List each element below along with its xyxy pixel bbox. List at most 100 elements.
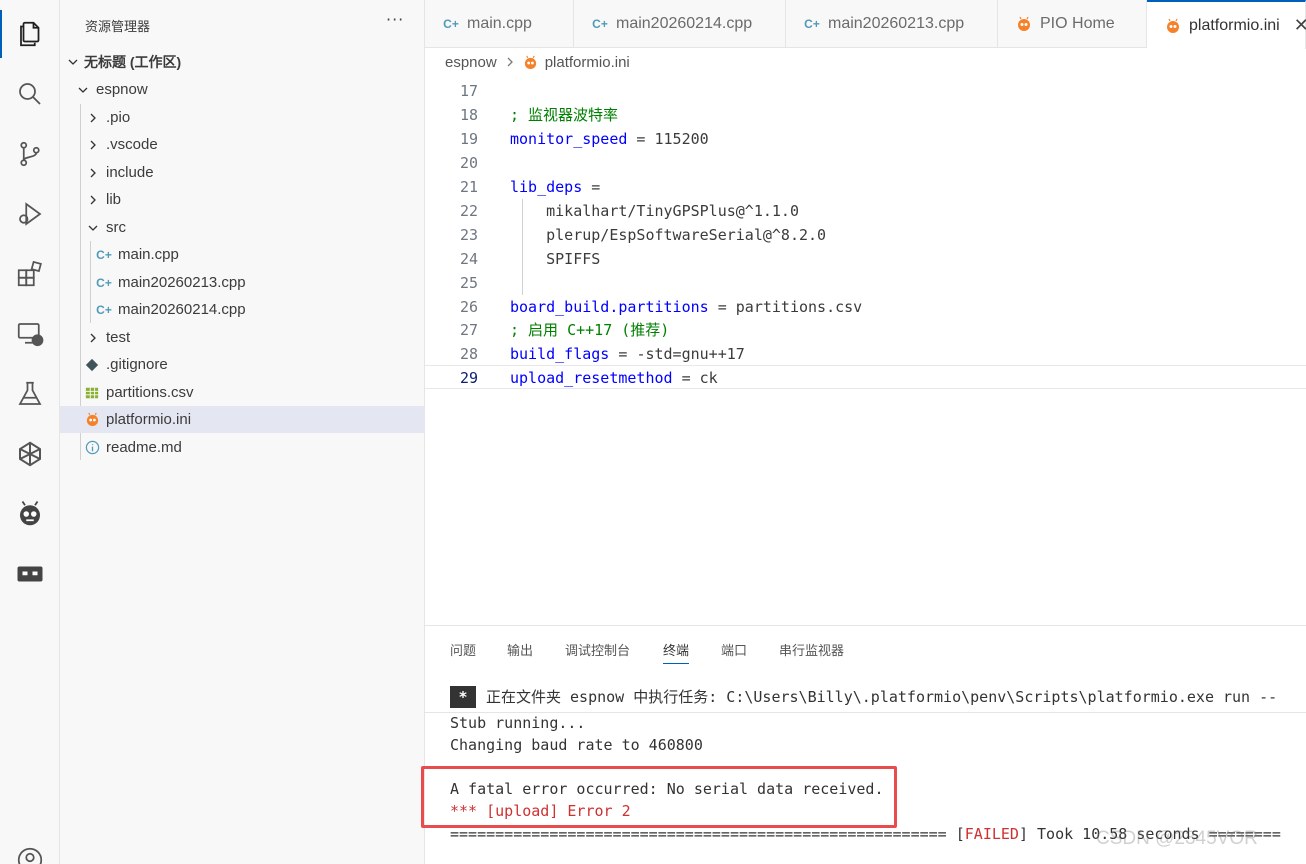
breadcrumb-file[interactable]: platformio.ini bbox=[545, 54, 630, 71]
folder-label: espnow bbox=[96, 81, 148, 98]
code-operator: = bbox=[582, 178, 601, 196]
code-line: 21 lib_deps = bbox=[425, 175, 1306, 199]
cpp-icon: C+ bbox=[592, 17, 608, 31]
run-debug-icon[interactable] bbox=[0, 190, 60, 238]
code-comment: ; 监视器波特率 bbox=[510, 106, 619, 124]
code-line-current: 29 upload_resetmethod = ck bbox=[425, 365, 1306, 389]
line-number: 24 bbox=[459, 250, 478, 268]
folder-vscode[interactable]: .vscode bbox=[60, 131, 425, 158]
search-icon[interactable] bbox=[0, 70, 60, 118]
file-main20260214-cpp[interactable]: C+ main20260214.cpp bbox=[60, 296, 425, 323]
terminal-output: Stub running... bbox=[450, 714, 586, 732]
tab-pio-home[interactable]: PIO Home bbox=[998, 0, 1147, 48]
code-line: 22 mikalhart/TinyGPSPlus@^1.1.0 bbox=[425, 199, 1306, 223]
file-gitignore[interactable]: .gitignore bbox=[60, 351, 425, 378]
folder-label: test bbox=[106, 329, 131, 346]
code-key: board_build.partitions bbox=[510, 298, 709, 316]
chevron-right-icon bbox=[90, 113, 96, 122]
tab-debug-console[interactable]: 调试控制台 bbox=[565, 640, 630, 663]
code-editor[interactable]: 17 18 ; 监视器波特率 19 monitor_speed = 115200… bbox=[425, 75, 1306, 625]
explorer-title: 资源管理器 bbox=[85, 20, 151, 35]
code-key: upload_resetmethod bbox=[510, 369, 673, 387]
code-line: 27 ; 启用 C++17 (推荐) bbox=[425, 318, 1306, 342]
tab-label: main20260214.cpp bbox=[616, 15, 753, 32]
tab-terminal[interactable]: 终端 bbox=[663, 640, 690, 664]
source-control-icon[interactable] bbox=[0, 130, 60, 178]
file-label: platformio.ini bbox=[106, 411, 192, 428]
tab-output[interactable]: 输出 bbox=[507, 640, 533, 663]
extensions-icon[interactable] bbox=[0, 250, 60, 298]
folder-label: .vscode bbox=[106, 136, 158, 153]
tab-label: platformio.ini bbox=[1189, 16, 1280, 34]
folder-include[interactable]: include bbox=[60, 159, 425, 186]
line-number: 17 bbox=[459, 82, 478, 100]
code-key: monitor_speed bbox=[510, 130, 628, 148]
close-icon[interactable]: ✕ bbox=[1294, 15, 1306, 36]
explorer-icon[interactable] bbox=[0, 10, 60, 58]
tab-main20260214-cpp[interactable]: C+ main20260214.cpp bbox=[574, 0, 786, 48]
chevron-right-icon bbox=[90, 333, 96, 342]
account-icon[interactable] bbox=[0, 836, 60, 864]
folder-label: .pio bbox=[106, 109, 131, 126]
file-readme-md[interactable]: readme.md bbox=[60, 434, 425, 461]
task-text: 正在文件夹 espnow 中执行任务: C:\Users\Billy\.plat… bbox=[486, 688, 1278, 706]
more-actions-icon[interactable]: ··· bbox=[386, 10, 404, 29]
cpp-file-icon: C+ bbox=[96, 247, 112, 262]
code-line: 24 SPIFFS bbox=[425, 247, 1306, 271]
code-key: lib_deps bbox=[510, 178, 583, 196]
folder-src[interactable]: src bbox=[60, 214, 425, 241]
chevron-right-icon bbox=[90, 140, 96, 149]
watermark: CSDN @2345VOR bbox=[1096, 828, 1258, 849]
file-main20260213-cpp[interactable]: C+ main20260213.cpp bbox=[60, 269, 425, 296]
file-label: main.cpp bbox=[118, 246, 179, 263]
remote-explorer-icon[interactable] bbox=[0, 310, 60, 358]
file-main-cpp[interactable]: C+ main.cpp bbox=[60, 241, 425, 268]
cpp-icon: C+ bbox=[443, 17, 459, 31]
folder-test[interactable]: test bbox=[60, 324, 425, 351]
breadcrumb-folder[interactable]: espnow bbox=[445, 54, 497, 71]
line-number: 18 bbox=[459, 106, 478, 124]
line-number: 25 bbox=[459, 274, 478, 292]
code-operator: = bbox=[708, 298, 736, 316]
tab-label: main.cpp bbox=[467, 15, 532, 32]
folder-espnow[interactable]: espnow bbox=[60, 76, 425, 103]
folder-pio[interactable]: .pio bbox=[60, 104, 425, 131]
serial-monitor-icon[interactable] bbox=[0, 550, 60, 598]
tab-platformio-ini[interactable]: platformio.ini ✕ bbox=[1147, 0, 1306, 49]
tab-main-cpp[interactable]: C+ main.cpp bbox=[425, 0, 574, 48]
code-value: 115200 bbox=[654, 130, 709, 148]
breadcrumb: espnow platformio.ini bbox=[425, 49, 1306, 75]
chevron-down-icon bbox=[68, 59, 78, 65]
code-value: -std=gnu++17 bbox=[636, 345, 745, 363]
git-file-icon bbox=[84, 357, 100, 373]
tab-label: main20260213.cpp bbox=[828, 15, 965, 32]
copilot-icon[interactable] bbox=[0, 430, 60, 478]
tab-main20260213-cpp[interactable]: C+ main20260213.cpp bbox=[786, 0, 998, 48]
code-line: 17 bbox=[425, 79, 1306, 103]
platformio-icon[interactable] bbox=[0, 490, 60, 538]
line-number: 19 bbox=[459, 130, 478, 148]
line-number: 22 bbox=[459, 202, 478, 220]
code-line: 19 monitor_speed = 115200 bbox=[425, 127, 1306, 151]
code-comment: ; 启用 C++17 (推荐) bbox=[510, 321, 670, 339]
tab-serial-monitor[interactable]: 串行监视器 bbox=[779, 640, 844, 663]
file-partitions-csv[interactable]: partitions.csv bbox=[60, 379, 425, 406]
workspace-root[interactable]: 无标题 (工作区) bbox=[60, 48, 425, 75]
file-platformio-ini[interactable]: platformio.ini bbox=[60, 406, 425, 433]
code-key: build_flags bbox=[510, 345, 610, 363]
tab-ports[interactable]: 端口 bbox=[721, 640, 747, 663]
testing-icon[interactable] bbox=[0, 370, 60, 418]
cpp-file-icon: C+ bbox=[96, 275, 112, 290]
platformio-file-icon bbox=[84, 412, 100, 428]
platformio-icon bbox=[523, 54, 539, 70]
file-label: main20260214.cpp bbox=[118, 301, 246, 318]
folder-label: lib bbox=[106, 191, 122, 208]
code-line: 18 ; 监视器波特率 bbox=[425, 103, 1306, 127]
code-operator: = bbox=[609, 345, 637, 363]
code-value: partitions.csv bbox=[735, 298, 863, 316]
tab-problems[interactable]: 问题 bbox=[450, 640, 476, 663]
folder-label: include bbox=[106, 164, 154, 181]
explorer-sidebar: 资源管理器 ··· 无标题 (工作区) espnow .pio .vscode … bbox=[60, 0, 425, 864]
code-value: ck bbox=[699, 369, 718, 387]
folder-lib[interactable]: lib bbox=[60, 186, 425, 213]
